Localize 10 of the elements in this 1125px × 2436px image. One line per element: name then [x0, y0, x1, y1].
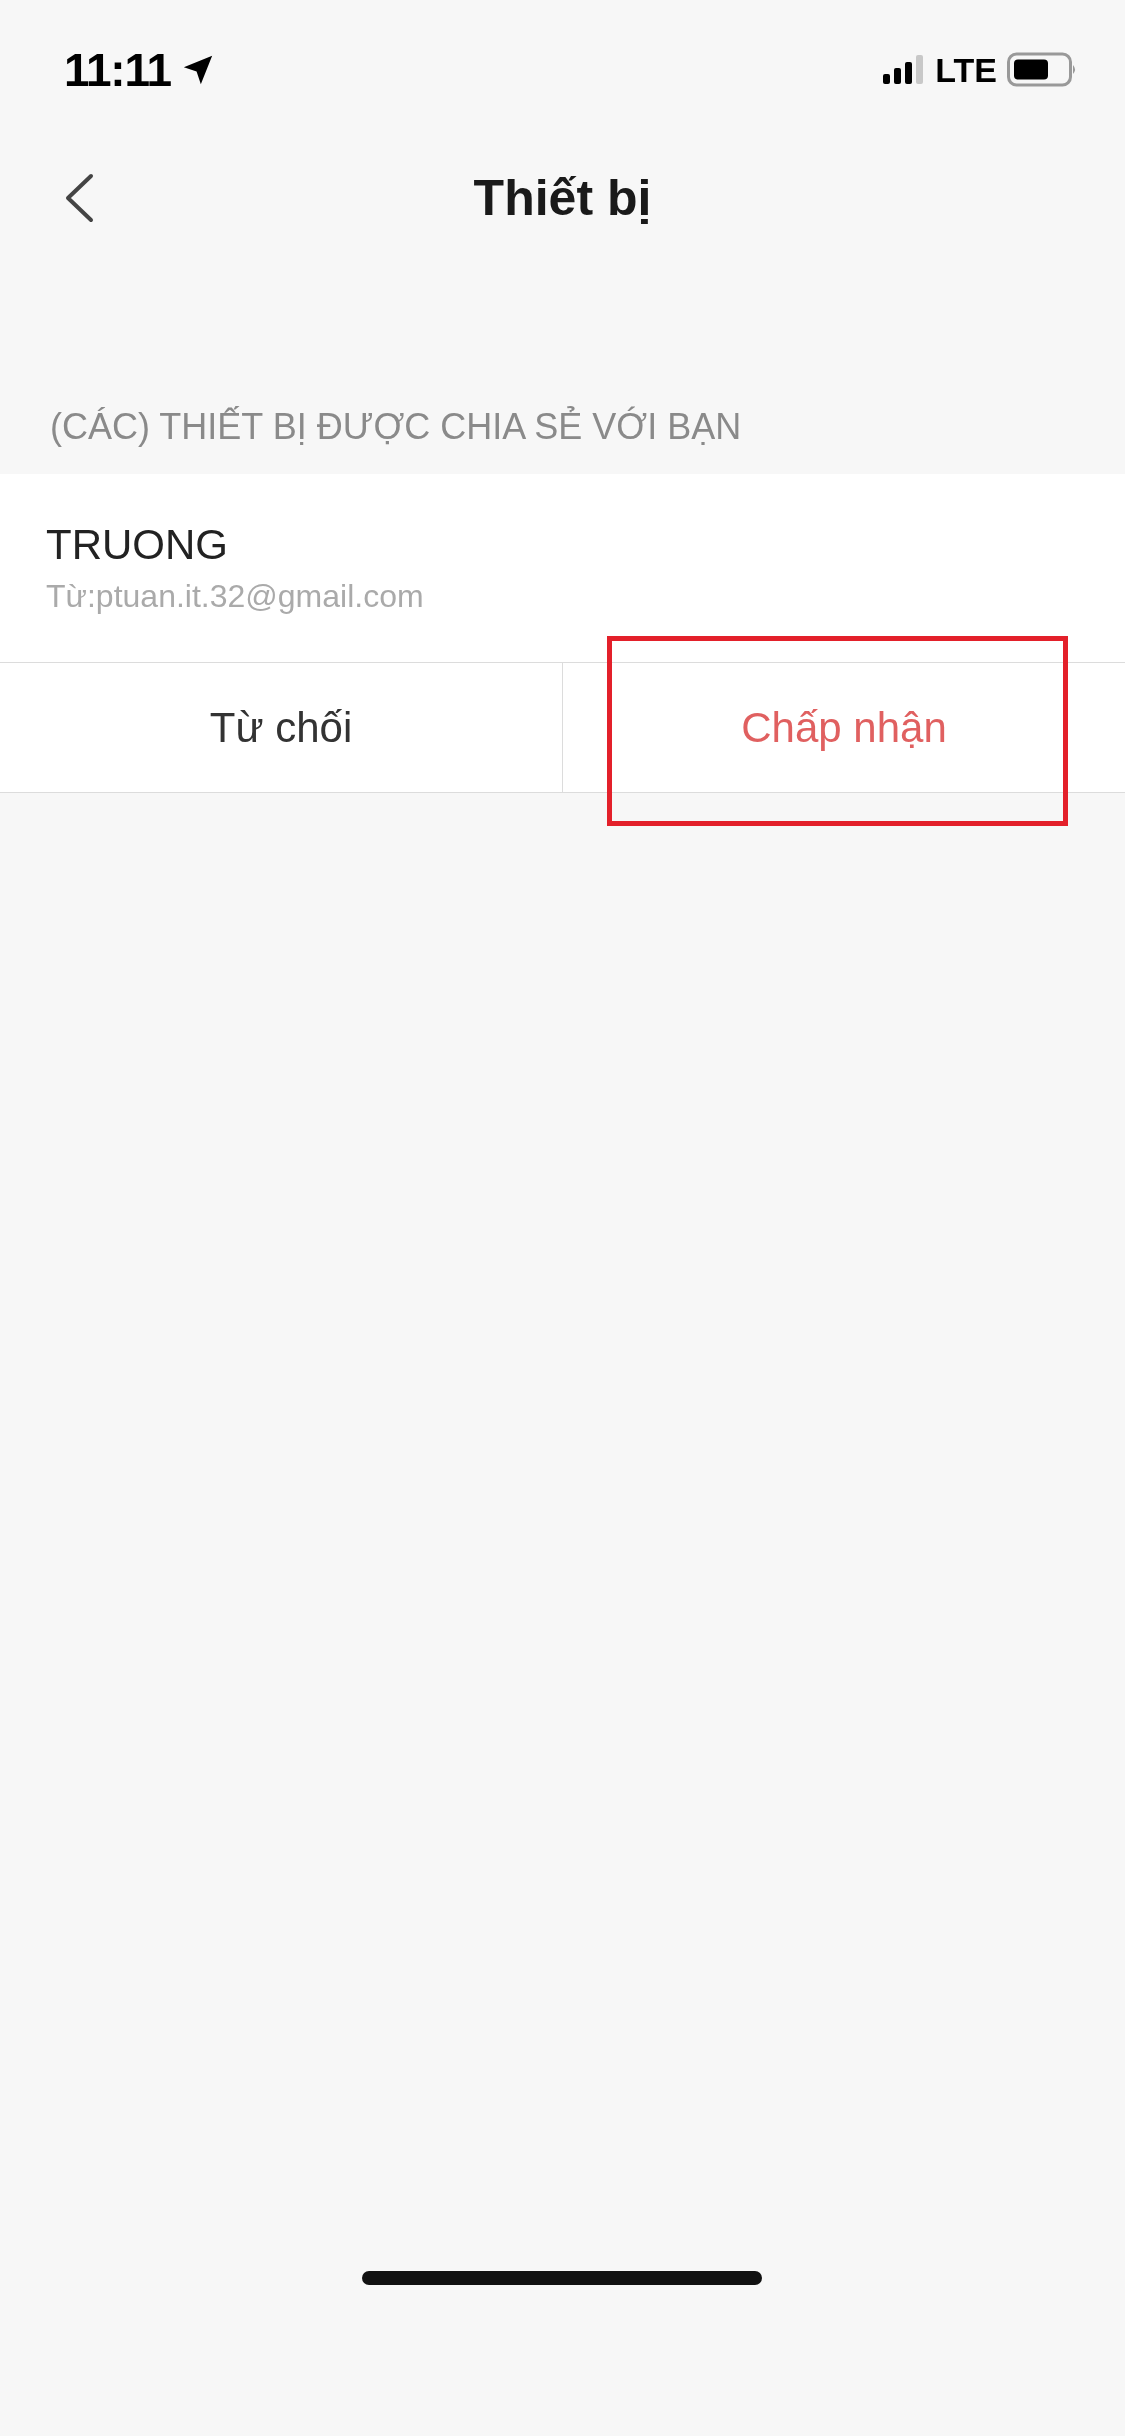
- section-header: (CÁC) THIẾT BỊ ĐƯỢC CHIA SẺ VỚI BẠN: [50, 405, 742, 449]
- signal-icon: [883, 54, 926, 86]
- status-time: 11:11: [64, 42, 171, 98]
- sender-email: Từ:ptuan.it.32@gmail.com: [46, 580, 425, 612]
- back-chevron-icon: [64, 173, 94, 223]
- network-label: LTE: [935, 49, 997, 91]
- battery-icon: [1007, 52, 1077, 88]
- page-title: Thiết bị: [473, 168, 652, 228]
- device-name: TRUONG: [46, 524, 229, 566]
- reject-button[interactable]: Từ chối: [0, 663, 562, 792]
